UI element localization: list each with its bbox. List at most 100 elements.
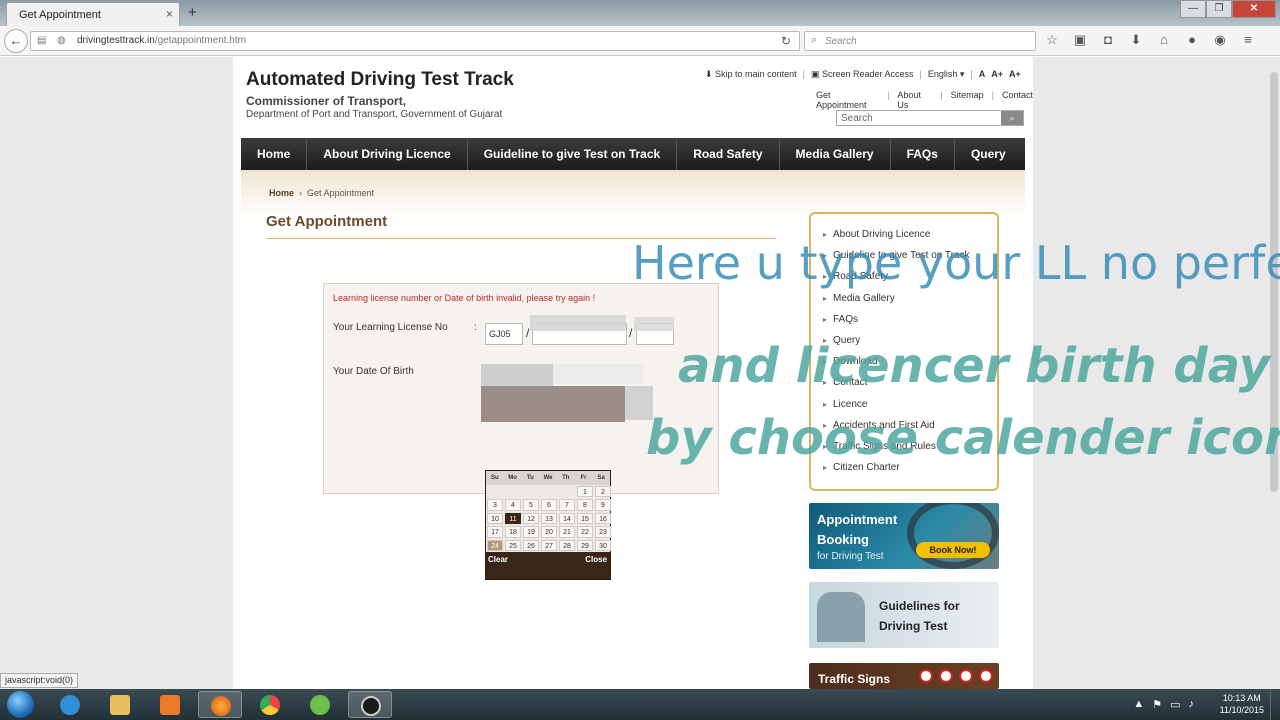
volume-icon[interactable]: ♪ — [1189, 698, 1195, 711]
dob-day-field[interactable] — [481, 364, 553, 386]
calendar-day[interactable]: 8 — [577, 499, 593, 511]
calendar-day[interactable]: 18 — [505, 526, 521, 538]
calendar-day[interactable]: 30 — [595, 539, 611, 551]
calendar-day[interactable]: 5 — [523, 499, 539, 511]
search-icon: ⌕ — [811, 34, 818, 46]
calendar-day[interactable]: 21 — [559, 526, 575, 538]
system-clock[interactable]: 10:13 AM 11/10/2015 — [1220, 692, 1264, 716]
taskbar-explorer[interactable] — [98, 691, 142, 718]
chat-icon[interactable]: ● — [1184, 32, 1200, 48]
appointment-booking-banner[interactable]: Appointment Booking for Driving Test Boo… — [809, 503, 999, 569]
font-size-small[interactable]: A — [979, 69, 986, 80]
sidebar-item-licence[interactable]: Licence — [823, 399, 868, 410]
header-link-sitemap[interactable]: Sitemap — [951, 90, 984, 110]
calendar-day[interactable]: 9 — [595, 499, 611, 511]
download-icon[interactable]: ⬇ — [1128, 32, 1144, 48]
overlay-caption-1: Here u type your LL no perfect — [632, 236, 1280, 290]
taskbar-obs[interactable] — [348, 691, 392, 718]
reload-icon[interactable]: ↻ — [781, 34, 791, 48]
language-select[interactable]: English ▾ — [928, 69, 965, 80]
guidelines-banner[interactable]: Guidelines for Driving Test — [809, 582, 999, 648]
calendar-day[interactable]: 6 — [541, 499, 557, 511]
calendar-day[interactable]: 7 — [559, 499, 575, 511]
calendar-day[interactable]: 16 — [595, 512, 611, 525]
reader-icon[interactable]: ▤ — [37, 35, 46, 46]
start-button[interactable] — [4, 689, 38, 720]
show-desktop-button[interactable] — [1270, 689, 1280, 720]
calendar-day[interactable]: 20 — [541, 526, 557, 538]
menu-icon[interactable]: ≡ — [1240, 32, 1256, 48]
nav-media-gallery[interactable]: Media Gallery — [780, 138, 891, 170]
nav-guideline[interactable]: Guideline to give Test on Track — [468, 138, 678, 170]
browser-tab[interactable]: Get Appointment × — [6, 2, 180, 26]
taskbar-utorrent[interactable] — [298, 691, 342, 718]
tray-expand-icon[interactable]: ▲ — [1133, 698, 1144, 711]
calendar-day[interactable]: 14 — [559, 512, 575, 525]
action-center-icon[interactable]: ⚑ — [1152, 698, 1162, 711]
minimize-button[interactable]: — — [1180, 0, 1206, 18]
font-size-large[interactable]: A+ — [1009, 69, 1021, 80]
taskbar-ie[interactable] — [48, 691, 92, 718]
calendar-day[interactable]: 23 — [595, 526, 611, 538]
ll-prefix-field[interactable]: GJ05 — [485, 323, 523, 345]
taskbar-chrome[interactable] — [248, 691, 292, 718]
nav-query[interactable]: Query — [955, 138, 1022, 170]
network-icon[interactable]: ▭ — [1170, 698, 1180, 711]
skip-to-content-link[interactable]: ⬇ Skip to main content — [705, 69, 797, 80]
nav-home[interactable]: Home — [241, 138, 308, 170]
calendar-day[interactable]: 12 — [523, 512, 539, 525]
new-tab-button[interactable]: + — [188, 4, 197, 21]
calendar-day[interactable]: 19 — [523, 526, 539, 538]
header-link-get-appointment[interactable]: Get Appointment — [816, 90, 879, 110]
book-now-button[interactable]: Book Now! — [916, 542, 990, 558]
calendar-day[interactable]: 24 — [487, 539, 503, 551]
sidebar-item-media-gallery[interactable]: Media Gallery — [823, 293, 895, 304]
calendar-day[interactable]: 22 — [577, 526, 593, 538]
calendar-day[interactable]: 2 — [595, 486, 611, 498]
url-bar[interactable]: ▤ ◍ drivingtesttrack.in/getappointment.h… — [30, 31, 800, 51]
tab-close-icon[interactable]: × — [166, 7, 173, 21]
calendar-close-button[interactable]: Close — [585, 555, 607, 564]
nav-about-driving-licence[interactable]: About Driving Licence — [307, 138, 468, 170]
sidebar-item-faqs[interactable]: FAQs — [823, 314, 858, 325]
dob-input-field[interactable] — [553, 364, 643, 384]
calendar-day[interactable]: 10 — [487, 512, 503, 525]
date-picker[interactable]: Su Mo Tu We Th Fr Sa 1 2 3 4 5 6 7 8 9 10 11 12 13 14 15 16 17… — [485, 470, 611, 580]
calendar-day[interactable]: 4 — [505, 499, 521, 511]
bookmarks-list-icon[interactable]: ▣ — [1072, 32, 1088, 48]
addon-icon[interactable]: ◉ — [1212, 32, 1228, 48]
site-search-input[interactable]: Search ⌕ — [836, 110, 1024, 126]
nav-road-safety[interactable]: Road Safety — [677, 138, 780, 170]
breadcrumb-home[interactable]: Home — [269, 188, 294, 198]
search-icon[interactable]: ⌕ — [1001, 111, 1023, 125]
calendar-day[interactable]: 3 — [487, 499, 503, 511]
back-button[interactable]: ← — [4, 29, 28, 53]
bookmark-star-icon[interactable]: ☆ — [1044, 32, 1060, 48]
home-icon[interactable]: ⌂ — [1156, 32, 1172, 48]
calendar-day[interactable]: 15 — [577, 512, 593, 525]
header-link-about-us[interactable]: About Us — [897, 90, 932, 110]
nav-faqs[interactable]: FAQs — [891, 138, 955, 170]
close-window-button[interactable]: ✕ — [1232, 0, 1276, 18]
pocket-icon[interactable]: ◘ — [1100, 32, 1116, 48]
browser-search-bar[interactable]: ⌕ Search — [804, 31, 1036, 51]
calendar-day[interactable]: 11 — [505, 512, 521, 525]
calendar-day[interactable]: 13 — [541, 512, 557, 525]
calendar-day[interactable]: 26 — [523, 539, 539, 551]
header-link-contact[interactable]: Contact — [1002, 90, 1033, 110]
calendar-clear-button[interactable]: Clear — [488, 555, 508, 564]
traffic-signs-banner[interactable]: Traffic Signs — [809, 663, 999, 689]
calendar-day[interactable]: 28 — [559, 539, 575, 551]
calendar-day[interactable]: 1 — [577, 486, 593, 498]
traffic-sign-icon — [919, 669, 933, 683]
calendar-day[interactable]: 25 — [505, 539, 521, 551]
header-links: Get Appointment | About Us | Sitemap | C… — [816, 90, 1033, 110]
calendar-day[interactable]: 17 — [487, 526, 503, 538]
font-size-medium[interactable]: A+ — [991, 69, 1003, 80]
calendar-day[interactable]: 27 — [541, 539, 557, 551]
maximize-button[interactable]: ❐ — [1206, 0, 1232, 18]
calendar-day[interactable]: 29 — [577, 539, 593, 551]
screen-reader-link[interactable]: ▣ Screen Reader Access — [811, 69, 914, 80]
taskbar-firefox[interactable] — [198, 691, 242, 718]
taskbar-media-player[interactable] — [148, 691, 192, 718]
